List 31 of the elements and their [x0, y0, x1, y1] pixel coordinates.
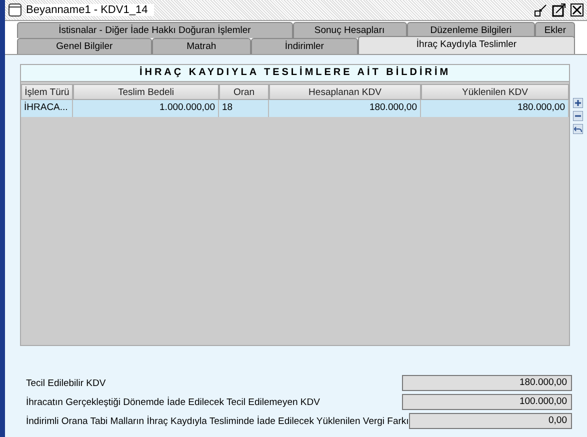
maximize-icon[interactable] — [552, 3, 566, 17]
tab[interactable]: Matrah — [152, 38, 251, 54]
value-field: 0,00 — [408, 413, 572, 429]
tab[interactable]: İhraç Kaydıyla Teslimler — [358, 36, 575, 54]
value-field: 180.000,00 — [402, 375, 572, 391]
value-field: 100.000,00 — [402, 394, 572, 410]
tab[interactable]: İndirimler — [250, 38, 358, 54]
table-cell: 180.000,00 — [421, 100, 569, 117]
field-label: İhracatın Gerçekleştiği Dönemde İade Edilecek Tecil Edilemeyen KDV — [25, 396, 320, 408]
add-row-icon[interactable] — [573, 98, 583, 108]
column-header[interactable]: İşlem Türü — [21, 84, 73, 100]
field-label: İndirimli Orana Tabi Malların İhraç Kaydıyla Tesliminde İade Edilecek Yüklenilen Vergi Farkı — [25, 416, 409, 426]
table-cell: 18 — [219, 100, 269, 117]
minimize-icon[interactable] — [534, 3, 548, 17]
close-icon[interactable] — [570, 3, 584, 17]
window-icon — [8, 3, 22, 17]
window-title: Beyanname1 - KDV1_14 — [26, 4, 154, 16]
undo-icon[interactable] — [573, 124, 583, 134]
remove-row-icon[interactable] — [573, 111, 583, 121]
table-cell: 180.000,00 — [269, 100, 421, 117]
column-header[interactable]: Oran — [219, 84, 269, 100]
table-title: İHRAÇ KAYDIYLA TESLİMLERE AİT BİLDİRİM — [21, 65, 569, 82]
tab[interactable]: Genel Bilgiler — [17, 38, 152, 54]
field-label: Tecil Edilebilir KDV — [25, 378, 106, 388]
tab[interactable]: Sonuç Hesapları — [292, 22, 406, 38]
table-cell: İHRACA... — [21, 100, 73, 117]
column-header[interactable]: Hesaplanan KDV — [269, 84, 421, 100]
tab[interactable]: İstisnalar - Diğer İade Hakkı Doğuran İşlemler — [17, 22, 293, 38]
table-cell: 1.000.000,00 — [73, 100, 219, 117]
column-header[interactable]: Teslim Bedeli — [73, 84, 219, 100]
column-header[interactable]: Yüklenilen KDV — [421, 84, 569, 100]
